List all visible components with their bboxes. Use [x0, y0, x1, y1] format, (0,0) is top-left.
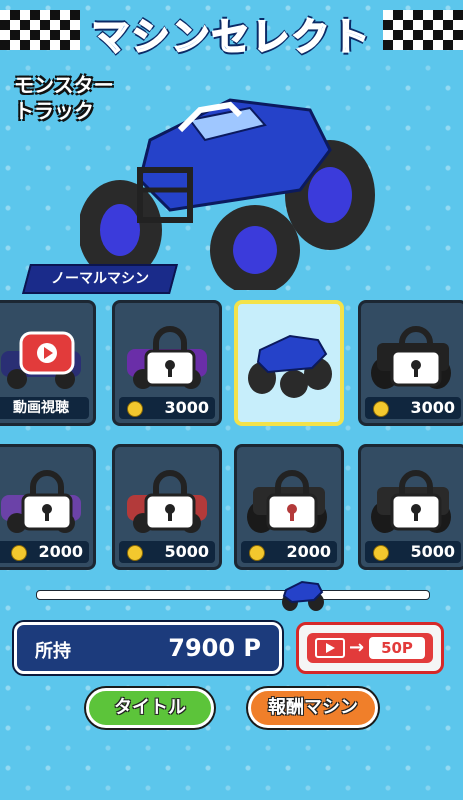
lock-icon	[144, 470, 196, 531]
watch-video-reward-button[interactable]: → 50P	[296, 622, 444, 674]
car-price-value: 2000	[286, 542, 331, 561]
car-price: 5000	[365, 541, 461, 563]
car-price-value: 5000	[410, 542, 455, 561]
car-card-locked[interactable]: 5000	[112, 444, 222, 570]
owned-points-value: 7900 P	[168, 634, 261, 662]
page-title: マシンセレクト	[90, 14, 372, 60]
car-scroll-track[interactable]	[36, 590, 430, 600]
car-card-selected[interactable]	[234, 300, 344, 426]
car-type-badge: ノーマルマシン	[21, 264, 179, 294]
car-type-label: ノーマルマシン	[51, 271, 149, 287]
car-card-locked[interactable]: 2000	[234, 444, 344, 570]
car-price: 3000	[365, 397, 461, 419]
car-price-value: 2000	[38, 542, 83, 561]
car-card-video[interactable]: 動画視聴	[0, 300, 96, 426]
owned-points-label: 所持	[35, 641, 71, 662]
video-reward-value: 50P	[369, 637, 425, 659]
video-reward-inner: → 50P	[307, 633, 433, 663]
car-price: 5000	[119, 541, 215, 563]
monster-truck-image	[80, 98, 375, 290]
video-play-icon	[19, 331, 75, 375]
title-button[interactable]: タイトル	[86, 688, 214, 728]
arrow-icon: →	[349, 637, 365, 658]
car-price-value: 3000	[410, 398, 455, 417]
coin-icon	[127, 545, 143, 561]
car-card-locked[interactable]: 5000	[358, 444, 463, 570]
lock-icon	[390, 326, 442, 387]
lock-icon	[390, 470, 442, 531]
lock-icon	[266, 470, 318, 531]
coin-icon	[127, 401, 143, 417]
car-card-locked[interactable]: 3000	[112, 300, 222, 426]
video-icon	[315, 638, 345, 658]
car-card-locked[interactable]: 3000	[358, 300, 463, 426]
car-price: 3000	[119, 397, 215, 419]
coin-icon	[373, 401, 389, 417]
car-price: 2000	[0, 541, 89, 563]
coin-icon	[249, 545, 265, 561]
car-card-video-label: 動画視聴	[0, 397, 89, 419]
lock-icon	[21, 470, 73, 531]
coin-icon	[373, 545, 389, 561]
lock-icon	[144, 326, 196, 387]
reward-machine-button[interactable]: 報酬マシン	[248, 688, 378, 728]
car-card-locked[interactable]: 2000	[0, 444, 96, 570]
car-price-value: 5000	[164, 542, 209, 561]
owned-points-panel: 所持 7900 P	[14, 622, 282, 674]
monster-truck-thumb	[248, 334, 332, 398]
coin-icon	[11, 545, 27, 561]
car-price: 2000	[241, 541, 337, 563]
car-scroll-thumb-truck-icon[interactable]	[280, 576, 326, 612]
car-price-value: 3000	[164, 398, 209, 417]
